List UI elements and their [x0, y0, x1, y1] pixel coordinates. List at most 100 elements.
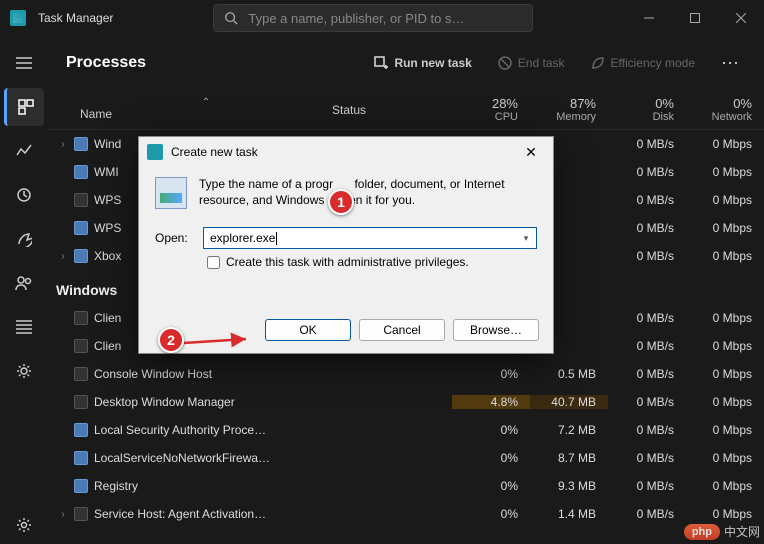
disk-cell: 0 MB/s: [608, 479, 686, 493]
cpu-cell: 0%: [452, 451, 530, 465]
network-header-label: Network: [686, 111, 752, 123]
col-cpu[interactable]: 28% CPU: [452, 96, 530, 123]
process-name-cell: Local Security Authority Proce…: [70, 423, 332, 437]
table-row[interactable]: Console Window Host0%0.5 MB0 MB/s0 Mbps: [48, 360, 764, 388]
browse-button[interactable]: Browse…: [453, 319, 539, 341]
cancel-button[interactable]: Cancel: [359, 319, 445, 341]
mem-cell: 9.3 MB: [530, 479, 608, 493]
nav-services[interactable]: [4, 352, 44, 390]
watermark: php 中文网: [684, 523, 760, 540]
expand-icon[interactable]: ›: [56, 251, 70, 262]
nav-details[interactable]: [4, 308, 44, 346]
watermark-badge: php: [684, 524, 720, 540]
watermark-text: 中文网: [724, 523, 760, 540]
dialog-titlebar: Create new task ✕: [139, 137, 553, 167]
col-status-label: Status: [332, 103, 366, 117]
process-name-cell: Registry: [70, 479, 332, 493]
nav-settings[interactable]: [4, 506, 44, 544]
maximize-button[interactable]: [672, 0, 718, 36]
sidebar: [0, 36, 48, 544]
page-title: Processes: [66, 54, 146, 72]
dropdown-icon[interactable]: ▾: [518, 230, 534, 246]
efficiency-mode-button[interactable]: Efficiency mode: [585, 52, 702, 74]
process-name: Desktop Window Manager: [94, 395, 235, 409]
nav-users[interactable]: [4, 264, 44, 302]
process-icon: [74, 507, 88, 521]
process-name: Clien: [94, 339, 121, 353]
table-row[interactable]: ›Service Host: Agent Activation…0%1.4 MB…: [48, 500, 764, 528]
ok-button[interactable]: OK: [265, 319, 351, 341]
col-name[interactable]: ⌃ Name: [76, 99, 332, 121]
callout-2: 2: [158, 327, 184, 353]
memory-header-label: Memory: [530, 111, 596, 123]
dialog-close-button[interactable]: ✕: [517, 144, 545, 161]
minimize-button[interactable]: [626, 0, 672, 36]
process-icon: [74, 137, 88, 151]
col-network[interactable]: 0% Network: [686, 96, 764, 123]
disk-cell: 0 MB/s: [608, 249, 686, 263]
disk-header-value: 0%: [608, 96, 674, 111]
run-task-icon: [374, 56, 388, 70]
title-bar: Task Manager Type a name, publisher, or …: [0, 0, 764, 36]
open-input-value: explorer.exe: [210, 231, 275, 245]
process-icon: [74, 311, 88, 325]
run-new-task-button[interactable]: Run new task: [368, 52, 477, 74]
text-caret: [276, 232, 277, 245]
window-controls: [626, 0, 764, 36]
disk-cell: 0 MB/s: [608, 221, 686, 235]
net-cell: 0 Mbps: [686, 507, 764, 521]
col-status[interactable]: Status: [332, 103, 452, 117]
process-icon: [74, 479, 88, 493]
admin-label: Create this task with administrative pri…: [226, 255, 469, 269]
nav-history[interactable]: [4, 176, 44, 214]
table-row[interactable]: Desktop Window Manager4.8%40.7 MB0 MB/s0…: [48, 388, 764, 416]
cpu-cell: 0%: [452, 479, 530, 493]
process-name: LocalServiceNoNetworkFirewa…: [94, 451, 270, 465]
nav-performance[interactable]: [4, 132, 44, 170]
cpu-header-label: CPU: [452, 111, 518, 123]
expand-icon[interactable]: ›: [56, 139, 70, 150]
process-icon: [74, 193, 88, 207]
close-button[interactable]: [718, 0, 764, 36]
search-box[interactable]: Type a name, publisher, or PID to s…: [213, 4, 533, 32]
hamburger-button[interactable]: [4, 44, 44, 82]
disk-cell: 0 MB/s: [608, 367, 686, 381]
callout-2-arrow: [184, 333, 264, 356]
process-name: Console Window Host: [94, 367, 212, 381]
col-disk[interactable]: 0% Disk: [608, 96, 686, 123]
dialog-title: Create new task: [171, 145, 258, 159]
mem-cell: 1.4 MB: [530, 507, 608, 521]
process-name: Registry: [94, 479, 138, 493]
end-task-button[interactable]: End task: [492, 52, 571, 74]
run-dialog-icon: [155, 177, 187, 209]
expand-icon[interactable]: ›: [56, 509, 70, 520]
table-row[interactable]: Registry0%9.3 MB0 MB/s0 Mbps: [48, 472, 764, 500]
table-row[interactable]: LocalServiceNoNetworkFirewa…0%8.7 MB0 MB…: [48, 444, 764, 472]
search-placeholder: Type a name, publisher, or PID to s…: [248, 11, 464, 26]
open-input[interactable]: explorer.exe ▾: [203, 227, 537, 249]
nav-startup[interactable]: [4, 220, 44, 258]
more-button[interactable]: ⋯: [715, 53, 746, 74]
process-icon: [74, 423, 88, 437]
cpu-cell: 0%: [452, 423, 530, 437]
net-cell: 0 Mbps: [686, 339, 764, 353]
net-cell: 0 Mbps: [686, 249, 764, 263]
admin-checkbox[interactable]: [207, 256, 220, 269]
efficiency-mode-label: Efficiency mode: [611, 56, 696, 70]
process-name: Wind: [94, 137, 121, 151]
search-icon: [224, 11, 238, 25]
nav-processes[interactable]: [4, 88, 44, 126]
process-name: Clien: [94, 311, 121, 325]
table-row[interactable]: Local Security Authority Proce…0%7.2 MB0…: [48, 416, 764, 444]
process-icon: [74, 367, 88, 381]
process-icon: [74, 395, 88, 409]
net-cell: 0 Mbps: [686, 165, 764, 179]
process-icon: [74, 249, 88, 263]
col-memory[interactable]: 87% Memory: [530, 96, 608, 123]
disk-cell: 0 MB/s: [608, 137, 686, 151]
disk-cell: 0 MB/s: [608, 165, 686, 179]
end-task-label: End task: [518, 56, 565, 70]
process-name: Local Security Authority Proce…: [94, 423, 266, 437]
net-cell: 0 Mbps: [686, 395, 764, 409]
mem-cell: 40.7 MB: [530, 395, 608, 409]
